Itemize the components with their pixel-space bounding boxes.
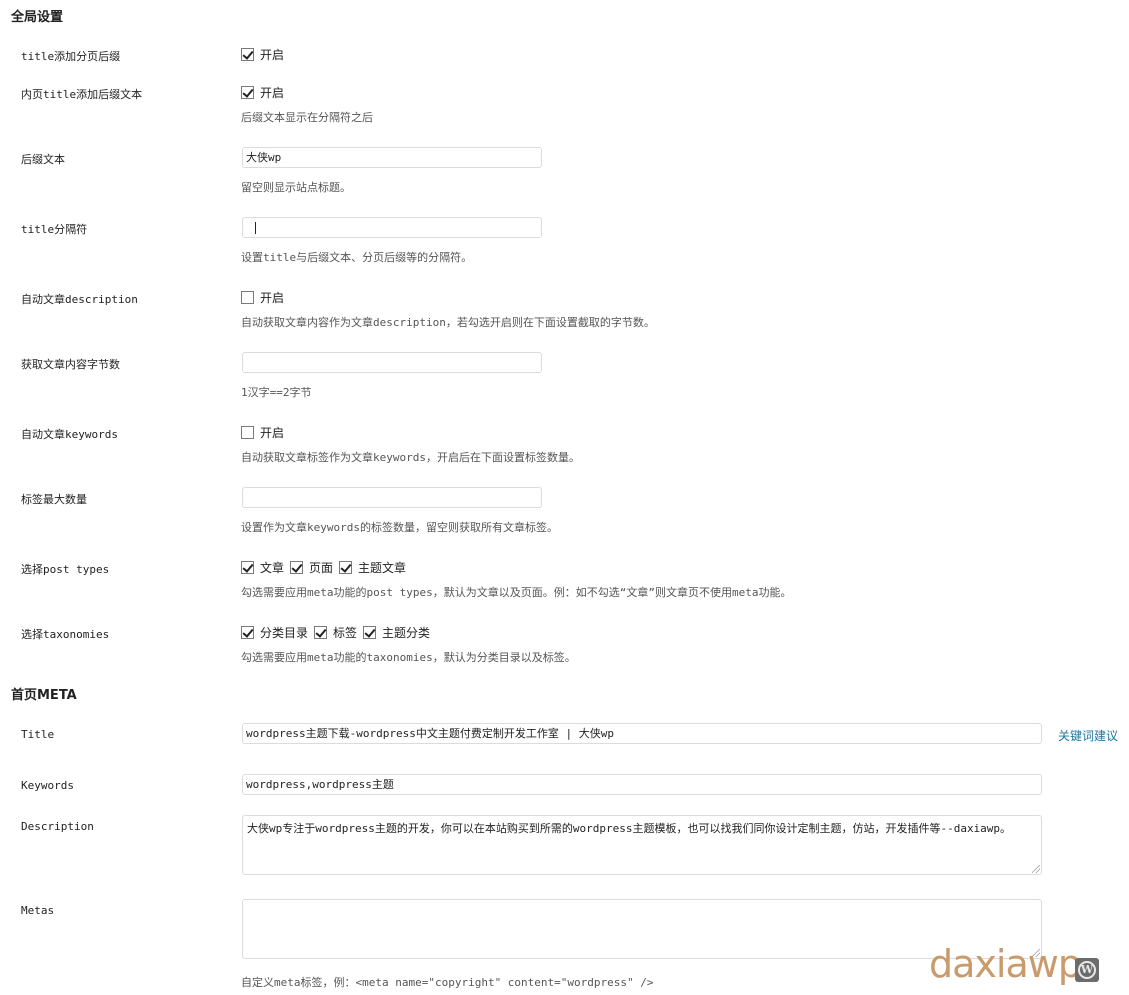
label-suffix-text: 后缀文本	[21, 153, 65, 166]
inner-title-suffix-checkbox[interactable]	[241, 86, 254, 99]
text-caret	[255, 222, 256, 234]
auto-keywords-desc: 自动获取文章标签作为文章keywords，开启后在下面设置标签数量。	[241, 451, 580, 464]
max-tags-input[interactable]	[242, 487, 542, 508]
post-type-label: 主题文章	[358, 561, 407, 575]
label-content-bytes: 获取文章内容字节数	[21, 358, 120, 371]
home-description-textarea[interactable]: 大侠wp专注于wordpress主题的开发，你可以在本站购买到所需的wordpr…	[242, 815, 1042, 875]
taxonomy-label: 主题分类	[382, 626, 431, 640]
label-inner-title-suffix: 内页title添加后缀文本	[21, 88, 143, 101]
label-taxonomies: 选择taxonomies	[21, 628, 110, 641]
label-auto-description: 自动文章description	[21, 293, 138, 306]
inner-title-suffix-desc: 后缀文本显示在分隔符之后	[241, 111, 373, 124]
home-title-input[interactable]: wordpress主题下载-wordpress中文主题付费定制开发工作室 | 大…	[242, 723, 1042, 744]
taxonomy-checkbox[interactable]	[314, 626, 328, 639]
label-home-metas: Metas	[21, 904, 55, 917]
keyword-suggestion-link[interactable]: 关键词建议	[1058, 727, 1118, 744]
label-home-title: Title	[21, 728, 55, 741]
taxonomy-checkbox[interactable]	[241, 626, 254, 639]
taxonomies-desc: 勾选需要应用meta功能的taxonomies，默认为分类目录以及标签。	[241, 651, 576, 664]
inner-title-suffix-option-label: 开启	[260, 86, 285, 100]
home-keywords-input[interactable]: wordpress,wordpress主题	[242, 774, 1042, 795]
label-home-keywords: Keywords	[21, 779, 74, 792]
label-auto-keywords: 自动文章keywords	[21, 428, 118, 441]
auto-description-desc: 自动获取文章内容作为文章description，若勾选开启则在下面设置截取的字节…	[241, 316, 655, 329]
auto-keywords-option-label: 开启	[260, 426, 285, 440]
post-types-desc: 勾选需要应用meta功能的post types，默认为文章以及页面。例：如不勾选…	[241, 586, 792, 599]
home-description-value: 大侠wp专注于wordpress主题的开发，你可以在本站购买到所需的wordpr…	[247, 822, 1012, 835]
home-metas-desc: 自定义meta标签，例：<meta name="copyright" conte…	[241, 976, 654, 989]
title-separator-input[interactable]	[242, 217, 542, 238]
post-type-checkbox[interactable]	[290, 561, 304, 574]
home-metas-textarea[interactable]	[242, 899, 1042, 959]
taxonomy-checkbox[interactable]	[363, 626, 377, 639]
label-post-types: 选择post types	[21, 563, 110, 576]
label-title-separator: title分隔符	[21, 223, 88, 236]
label-max-tags: 标签最大数量	[21, 493, 87, 506]
post-types-options: 文章 页面 主题文章	[241, 559, 412, 576]
label-title-paging: title添加分页后缀	[21, 50, 121, 63]
max-tags-desc: 设置作为文章keywords的标签数量，留空则获取所有文章标签。	[241, 521, 558, 534]
post-type-label: 文章	[260, 561, 285, 575]
auto-description-checkbox[interactable]	[241, 291, 254, 304]
auto-description-option[interactable]: 开启	[241, 289, 290, 306]
wordpress-logo-icon: W	[1075, 958, 1099, 982]
title-paging-option-label: 开启	[260, 48, 285, 62]
section-title-global: 全局设置	[11, 10, 64, 25]
content-bytes-input[interactable]	[242, 352, 542, 373]
title-paging-checkbox[interactable]	[241, 48, 254, 61]
taxonomies-options: 分类目录 标签 主题分类	[241, 624, 436, 641]
post-type-checkbox[interactable]	[339, 561, 353, 574]
auto-description-option-label: 开启	[260, 291, 285, 305]
taxonomy-label: 分类目录	[260, 626, 309, 640]
content-bytes-desc: 1汉字==2字节	[241, 386, 312, 399]
title-paging-option[interactable]: 开启	[241, 46, 290, 63]
auto-keywords-checkbox[interactable]	[241, 426, 254, 439]
suffix-text-input[interactable]: 大侠wp	[242, 147, 542, 168]
post-type-checkbox[interactable]	[241, 561, 254, 574]
post-type-label: 页面	[309, 561, 334, 575]
watermark-text: daxiawp	[929, 942, 1082, 986]
suffix-text-desc: 留空则显示站点标题。	[241, 181, 351, 194]
label-home-description: Description	[21, 820, 94, 833]
resize-grip-icon[interactable]	[1032, 865, 1040, 873]
wordpress-logo-letter: W	[1078, 961, 1096, 979]
taxonomy-label: 标签	[333, 626, 358, 640]
title-separator-desc: 设置title与后缀文本、分页后缀等的分隔符。	[241, 251, 473, 264]
section-title-home-meta: 首页META	[11, 688, 77, 703]
inner-title-suffix-option[interactable]: 开启	[241, 84, 290, 101]
auto-keywords-option[interactable]: 开启	[241, 424, 290, 441]
